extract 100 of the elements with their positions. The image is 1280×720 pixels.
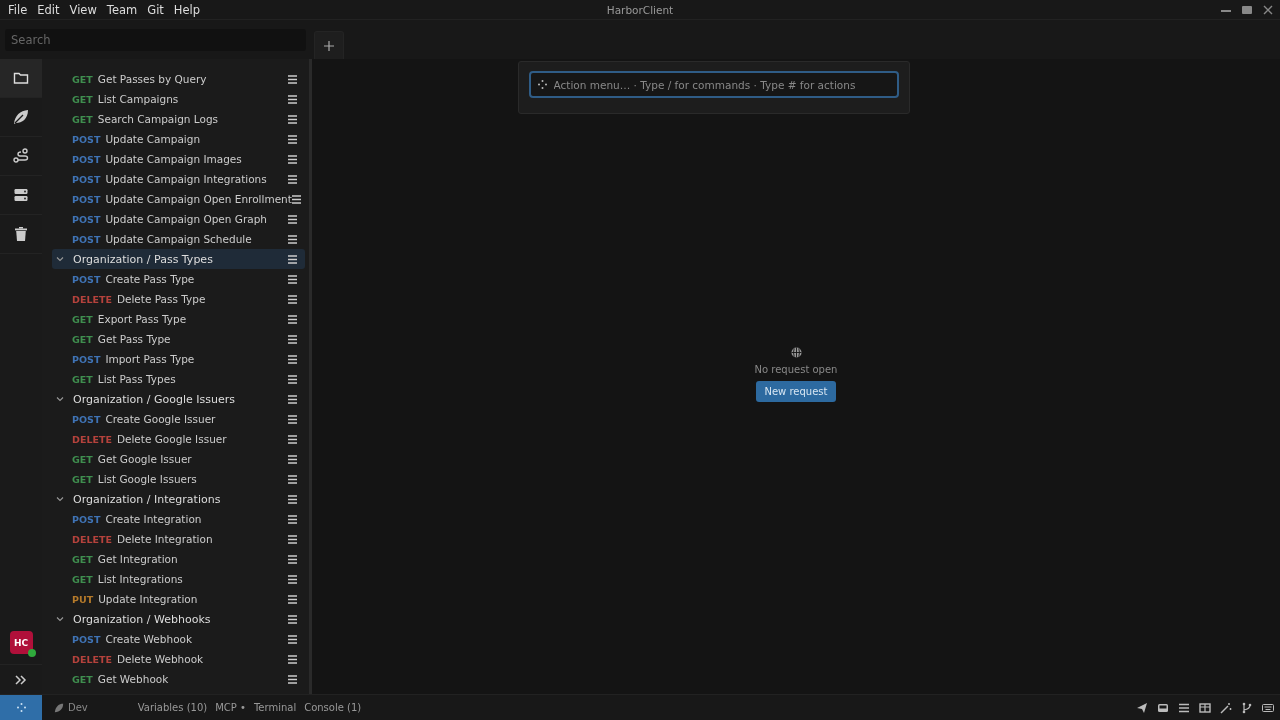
- route-icon[interactable]: [13, 148, 29, 164]
- keyboard-icon[interactable]: [1262, 701, 1274, 714]
- menu-icon[interactable]: [288, 134, 297, 144]
- status-item[interactable]: Terminal: [253, 702, 297, 713]
- command-field[interactable]: Action menu… · Type / for commands · Type # for actions: [528, 71, 899, 98]
- new-request-button[interactable]: New request: [756, 381, 836, 402]
- menu-icon[interactable]: [288, 154, 297, 164]
- status-item[interactable]: MCP •: [215, 702, 246, 713]
- menu-item[interactable]: Help: [168, 2, 206, 17]
- request-item[interactable]: DELETE Delete Pass Type: [52, 289, 305, 309]
- menu-icon[interactable]: [288, 514, 297, 524]
- menu-icon[interactable]: [288, 534, 297, 544]
- folder-icon[interactable]: [13, 70, 29, 86]
- plus-icon: [324, 40, 334, 51]
- request-item[interactable]: GET Get Pass Type: [52, 329, 305, 349]
- request-item[interactable]: GET Search Campaign Logs: [52, 109, 305, 129]
- menu-icon[interactable]: [288, 674, 297, 684]
- menu-icon[interactable]: [288, 634, 297, 644]
- send-icon[interactable]: [1136, 701, 1148, 714]
- menu-icon[interactable]: [288, 294, 297, 304]
- request-item[interactable]: POST Create Pass Type: [52, 269, 305, 289]
- menu-icon[interactable]: [288, 274, 297, 284]
- request-item[interactable]: POST Create Integration: [52, 509, 305, 529]
- inbox-icon[interactable]: [1157, 701, 1169, 714]
- request-item[interactable]: GET Export Pass Type: [52, 309, 305, 329]
- new-tab-button[interactable]: [314, 31, 344, 59]
- magic-wand-icon[interactable]: [1220, 701, 1232, 714]
- menu-item[interactable]: View: [64, 2, 102, 17]
- menu-icon[interactable]: [288, 354, 297, 364]
- server-icon[interactable]: [13, 187, 29, 203]
- menu-icon[interactable]: [288, 434, 297, 444]
- activity-tab[interactable]: [0, 59, 42, 98]
- menu-icon[interactable]: [288, 494, 297, 504]
- request-item[interactable]: GET List Campaigns: [52, 89, 305, 109]
- globe-icon: [790, 347, 802, 358]
- maximize-icon[interactable]: [1241, 3, 1253, 16]
- folder-item[interactable]: Organization / Google Issuers: [52, 389, 305, 409]
- branch-icon[interactable]: [1241, 701, 1253, 714]
- request-item[interactable]: GET Get Passes by Query: [52, 69, 305, 89]
- menu-icon[interactable]: [288, 454, 297, 464]
- menu-icon[interactable]: [288, 114, 297, 124]
- menu-icon[interactable]: [288, 614, 297, 624]
- folder-item[interactable]: Organization / Webhooks: [52, 609, 305, 629]
- menu-icon[interactable]: [288, 414, 297, 424]
- menu-icon[interactable]: [288, 574, 297, 584]
- request-item[interactable]: DELETE Delete Webhook: [52, 649, 305, 669]
- empty-message: No request open: [754, 364, 838, 375]
- request-item[interactable]: PUT Update Integration: [52, 589, 305, 609]
- menu-icon[interactable]: [288, 334, 297, 344]
- request-item[interactable]: POST Update Campaign Open Enrollment: [52, 189, 305, 209]
- request-item[interactable]: POST Update Campaign Integrations: [52, 169, 305, 189]
- avatar[interactable]: HC: [9, 631, 33, 654]
- request-item[interactable]: GET List Google Issuers: [52, 469, 305, 489]
- request-item[interactable]: GET List Pass Types: [52, 369, 305, 389]
- environment-selector[interactable]: Dev: [54, 702, 88, 713]
- request-item[interactable]: POST Update Campaign Images: [52, 149, 305, 169]
- request-item[interactable]: GET Get Google Issuer: [52, 449, 305, 469]
- menu-icon[interactable]: [288, 74, 297, 84]
- menu-icon[interactable]: [288, 554, 297, 564]
- expand-icon[interactable]: [15, 673, 27, 686]
- status-item[interactable]: Console (1): [304, 702, 362, 713]
- menu-icon[interactable]: [288, 94, 297, 104]
- menu-icon[interactable]: [288, 254, 297, 264]
- menu-item[interactable]: Git: [142, 2, 169, 17]
- menu-icon[interactable]: [288, 234, 297, 244]
- leaf-icon[interactable]: [13, 109, 29, 125]
- request-item[interactable]: GET Get Webhook: [52, 669, 305, 689]
- menu-icon[interactable]: [288, 654, 297, 664]
- menu-icon[interactable]: [288, 374, 297, 384]
- request-item[interactable]: GET Get Integration: [52, 549, 305, 569]
- folder-item[interactable]: Organization / Pass Types: [52, 249, 305, 269]
- menu-icon[interactable]: [288, 174, 297, 184]
- request-item[interactable]: POST Import Pass Type: [52, 349, 305, 369]
- folder-item[interactable]: Organization / Integrations: [52, 489, 305, 509]
- menu-icon[interactable]: [288, 594, 297, 604]
- search-field[interactable]: Search: [5, 29, 306, 51]
- request-item[interactable]: POST Update Campaign Open Graph: [52, 209, 305, 229]
- menu-icon[interactable]: [288, 394, 297, 404]
- menu-icon[interactable]: [288, 314, 297, 324]
- trash-icon[interactable]: [13, 226, 29, 242]
- menu-icon[interactable]: [291, 194, 301, 204]
- request-item[interactable]: DELETE Delete Integration: [52, 529, 305, 549]
- request-item[interactable]: GET List Integrations: [52, 569, 305, 589]
- chevron-icon: [56, 615, 64, 623]
- request-item[interactable]: POST Create Google Issuer: [52, 409, 305, 429]
- menu-item[interactable]: Team: [101, 2, 143, 17]
- request-item[interactable]: POST Create Webhook: [52, 629, 305, 649]
- menu-item[interactable]: File: [3, 2, 33, 17]
- request-item[interactable]: POST Update Campaign: [52, 129, 305, 149]
- status-item[interactable]: Variables (10): [137, 702, 208, 713]
- menu-icon[interactable]: [288, 474, 297, 484]
- list-icon[interactable]: [1178, 701, 1190, 714]
- menu-icon[interactable]: [288, 214, 297, 224]
- request-item[interactable]: DELETE Delete Google Issuer: [52, 429, 305, 449]
- close-icon[interactable]: [1262, 3, 1274, 16]
- chevron-icon: [56, 255, 64, 263]
- move-icon[interactable]: [16, 703, 26, 712]
- request-item[interactable]: POST Update Campaign Schedule: [52, 229, 305, 249]
- menu-item[interactable]: Edit: [32, 2, 65, 17]
- columns-icon[interactable]: [1199, 701, 1211, 714]
